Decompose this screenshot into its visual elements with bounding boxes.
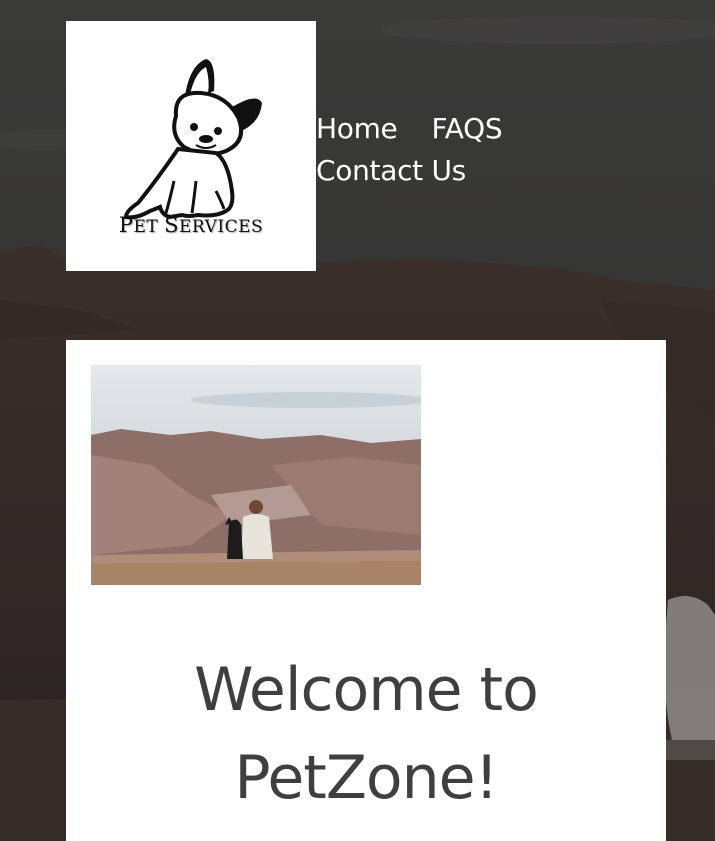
logo[interactable]: PET SERVICES <box>66 21 316 271</box>
page: PET SERVICES Home FAQSContact Us Welcome… <box>0 0 715 841</box>
nav-link-home[interactable]: Home <box>316 108 398 150</box>
canyon-photo <box>91 365 421 585</box>
logo-text: PET SERVICES <box>118 213 264 237</box>
nav-link-contact-us[interactable]: Contact Us <box>316 150 466 192</box>
page-title: Welcome to PetZone! <box>194 655 539 813</box>
nav-link-faqs[interactable]: FAQS <box>432 108 503 150</box>
main-nav: Home FAQSContact Us <box>316 108 576 192</box>
content-panel: Welcome to PetZone! <box>66 340 666 841</box>
